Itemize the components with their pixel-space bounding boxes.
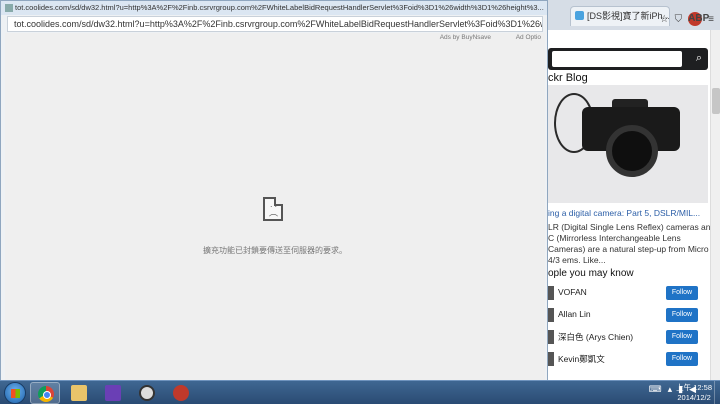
background-tab-bar: [DS影視]寶了新iPh... ☆ ⛉ ABP ≡: [540, 0, 720, 30]
ad-options-link[interactable]: Ad Optio: [516, 34, 541, 41]
person-name[interactable]: 深白色 (Arys Chien): [558, 331, 633, 343]
avatar[interactable]: [548, 330, 554, 344]
shield-icon[interactable]: ⛉: [675, 14, 683, 25]
chrome-icon: [38, 386, 54, 402]
camera-lens: [606, 125, 658, 177]
person-row: VOFAN Follow: [548, 284, 708, 304]
search-icon[interactable]: ⌕: [692, 51, 706, 65]
ads-by-label[interactable]: Ads by BuyNsave: [440, 34, 491, 41]
windows-taskbar: ⌨ ▴ ▮ ◀ 上午 12:58 2014/12/2: [0, 380, 720, 404]
site-search-input[interactable]: [552, 51, 682, 67]
visual-studio-taskbar-button[interactable]: [98, 382, 128, 404]
avatar[interactable]: [548, 286, 554, 300]
show-desktop-button[interactable]: [714, 381, 720, 404]
camera-photo[interactable]: [548, 85, 708, 203]
background-browser-tab[interactable]: [DS影視]寶了新iPh...: [570, 6, 670, 26]
person-row: Kevin鄭凱文 Follow: [548, 350, 708, 370]
popup-address-bar[interactable]: tot.coolides.com/sd/dw32.html?u=http%3A%…: [7, 16, 543, 32]
person-name[interactable]: Kevin鄭凱文: [558, 353, 605, 365]
article-title-link[interactable]: ing a digital camera: Part 5, DSLR/MIL..…: [548, 208, 716, 218]
blog-section-title: ckr Blog: [548, 72, 588, 84]
people-you-may-know-heading: ople you may know: [548, 268, 634, 279]
folder-icon: [71, 385, 87, 401]
taskbar-clock[interactable]: 上午 12:58 2014/12/2: [676, 383, 712, 403]
scrollbar-thumb[interactable]: [712, 88, 720, 114]
person-name[interactable]: VOFAN: [558, 287, 587, 297]
avatar[interactable]: [548, 308, 554, 322]
tab-favicon-icon: [575, 11, 584, 20]
keyboard-icon[interactable]: ⌨: [649, 384, 662, 395]
follow-button[interactable]: Follow: [666, 308, 698, 322]
app-icon: [139, 385, 155, 401]
chrome-taskbar-button[interactable]: [30, 382, 60, 404]
person-name[interactable]: Allan Lin: [558, 309, 591, 319]
adblock-icon[interactable]: ABP: [688, 12, 709, 26]
site-header-bar: ⌕: [548, 48, 708, 70]
person-row: Allan Lin Follow: [548, 306, 708, 326]
sad-face-glyph: ˙˙ ⌒: [269, 206, 279, 225]
popup-page-content: Ads by BuyNsave Ad Optio ˙˙ ⌒ 擴充功能已封鎖要傳送至…: [5, 33, 545, 381]
sad-page-icon: ˙˙ ⌒: [263, 197, 283, 225]
bookmark-star-icon[interactable]: ☆: [660, 14, 669, 25]
media-icon: [173, 385, 189, 401]
page-scrollbar[interactable]: [710, 30, 720, 380]
blocked-request-message: 擴充功能已封鎖要傳送至伺服器的要求。: [203, 246, 347, 255]
popup-window[interactable]: tot.coolides.com/sd/dw32.html?u=http%3A%…: [0, 0, 548, 382]
clock-date: 2014/12/2: [677, 393, 711, 402]
tray-arrow-icon[interactable]: ▴: [668, 384, 673, 395]
avatar[interactable]: [548, 352, 554, 366]
browser-toolbar-icons: ☆ ⛉ ABP ≡: [660, 12, 714, 26]
article-excerpt: LR (Digital Single Lens Reflex) cameras …: [548, 222, 716, 265]
menu-icon[interactable]: ≡: [708, 14, 714, 25]
page-favicon-icon: [5, 4, 13, 12]
clock-time: 上午 12:58: [676, 383, 712, 392]
popup-title-bar[interactable]: tot.coolides.com/sd/dw32.html?u=http%3A%…: [1, 1, 547, 15]
tab-label: [DS影視]寶了新iPh...: [587, 11, 670, 21]
popup-title-text: tot.coolides.com/sd/dw32.html?u=http%3A%…: [15, 3, 544, 12]
person-row: 深白色 (Arys Chien) Follow: [548, 328, 708, 348]
media-taskbar-button[interactable]: [166, 382, 196, 404]
visual-studio-icon: [105, 385, 121, 401]
background-browser-window[interactable]: [DS影視]寶了新iPh... ☆ ⛉ ABP ≡ ⌕ ckr Blog ing…: [540, 0, 720, 380]
follow-button[interactable]: Follow: [666, 330, 698, 344]
app-taskbar-button[interactable]: [132, 382, 162, 404]
start-orb-icon[interactable]: [4, 382, 26, 404]
explorer-taskbar-button[interactable]: [64, 382, 94, 404]
follow-button[interactable]: Follow: [666, 352, 698, 366]
follow-button[interactable]: Follow: [666, 286, 698, 300]
